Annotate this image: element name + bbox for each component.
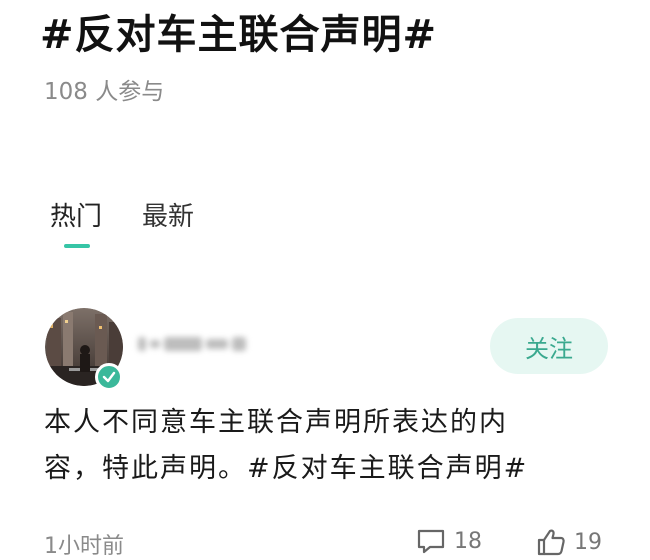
comment-icon [417,529,445,554]
verified-check-icon [95,363,123,391]
post-card: 关注 本人不同意车主联合声明所表达的内容，特此声明。#反对车主联合声明# 1小时… [0,296,650,560]
comment-button[interactable]: 18 [416,528,482,554]
post-footer: 1小时前 18 19 [0,528,650,560]
like-button[interactable]: 19 [536,528,602,556]
like-count: 19 [574,529,602,555]
topic-title: #反对车主联合声明# [40,12,438,58]
thumbs-up-icon [537,529,565,556]
tab-hot[interactable]: 热门 [50,196,102,233]
follow-button[interactable]: 关注 [490,318,608,374]
topic-page: #反对车主联合声明# 108 人参与 热门 最新 关注 本人不同意车主联合声明所… [0,0,650,560]
author-name-redacted[interactable] [138,332,268,356]
tab-bar: 热门 最新 [50,196,194,233]
post-text: 本人不同意车主联合声明所表达的内容，特此声明。#反对车主联合声明# [44,407,529,484]
participant-count: 108 人参与 [44,79,165,105]
author-avatar[interactable] [45,308,123,391]
active-tab-indicator [64,244,90,248]
post-time: 1小时前 [44,534,124,559]
tab-latest[interactable]: 最新 [142,196,194,233]
comment-count: 18 [454,528,482,554]
